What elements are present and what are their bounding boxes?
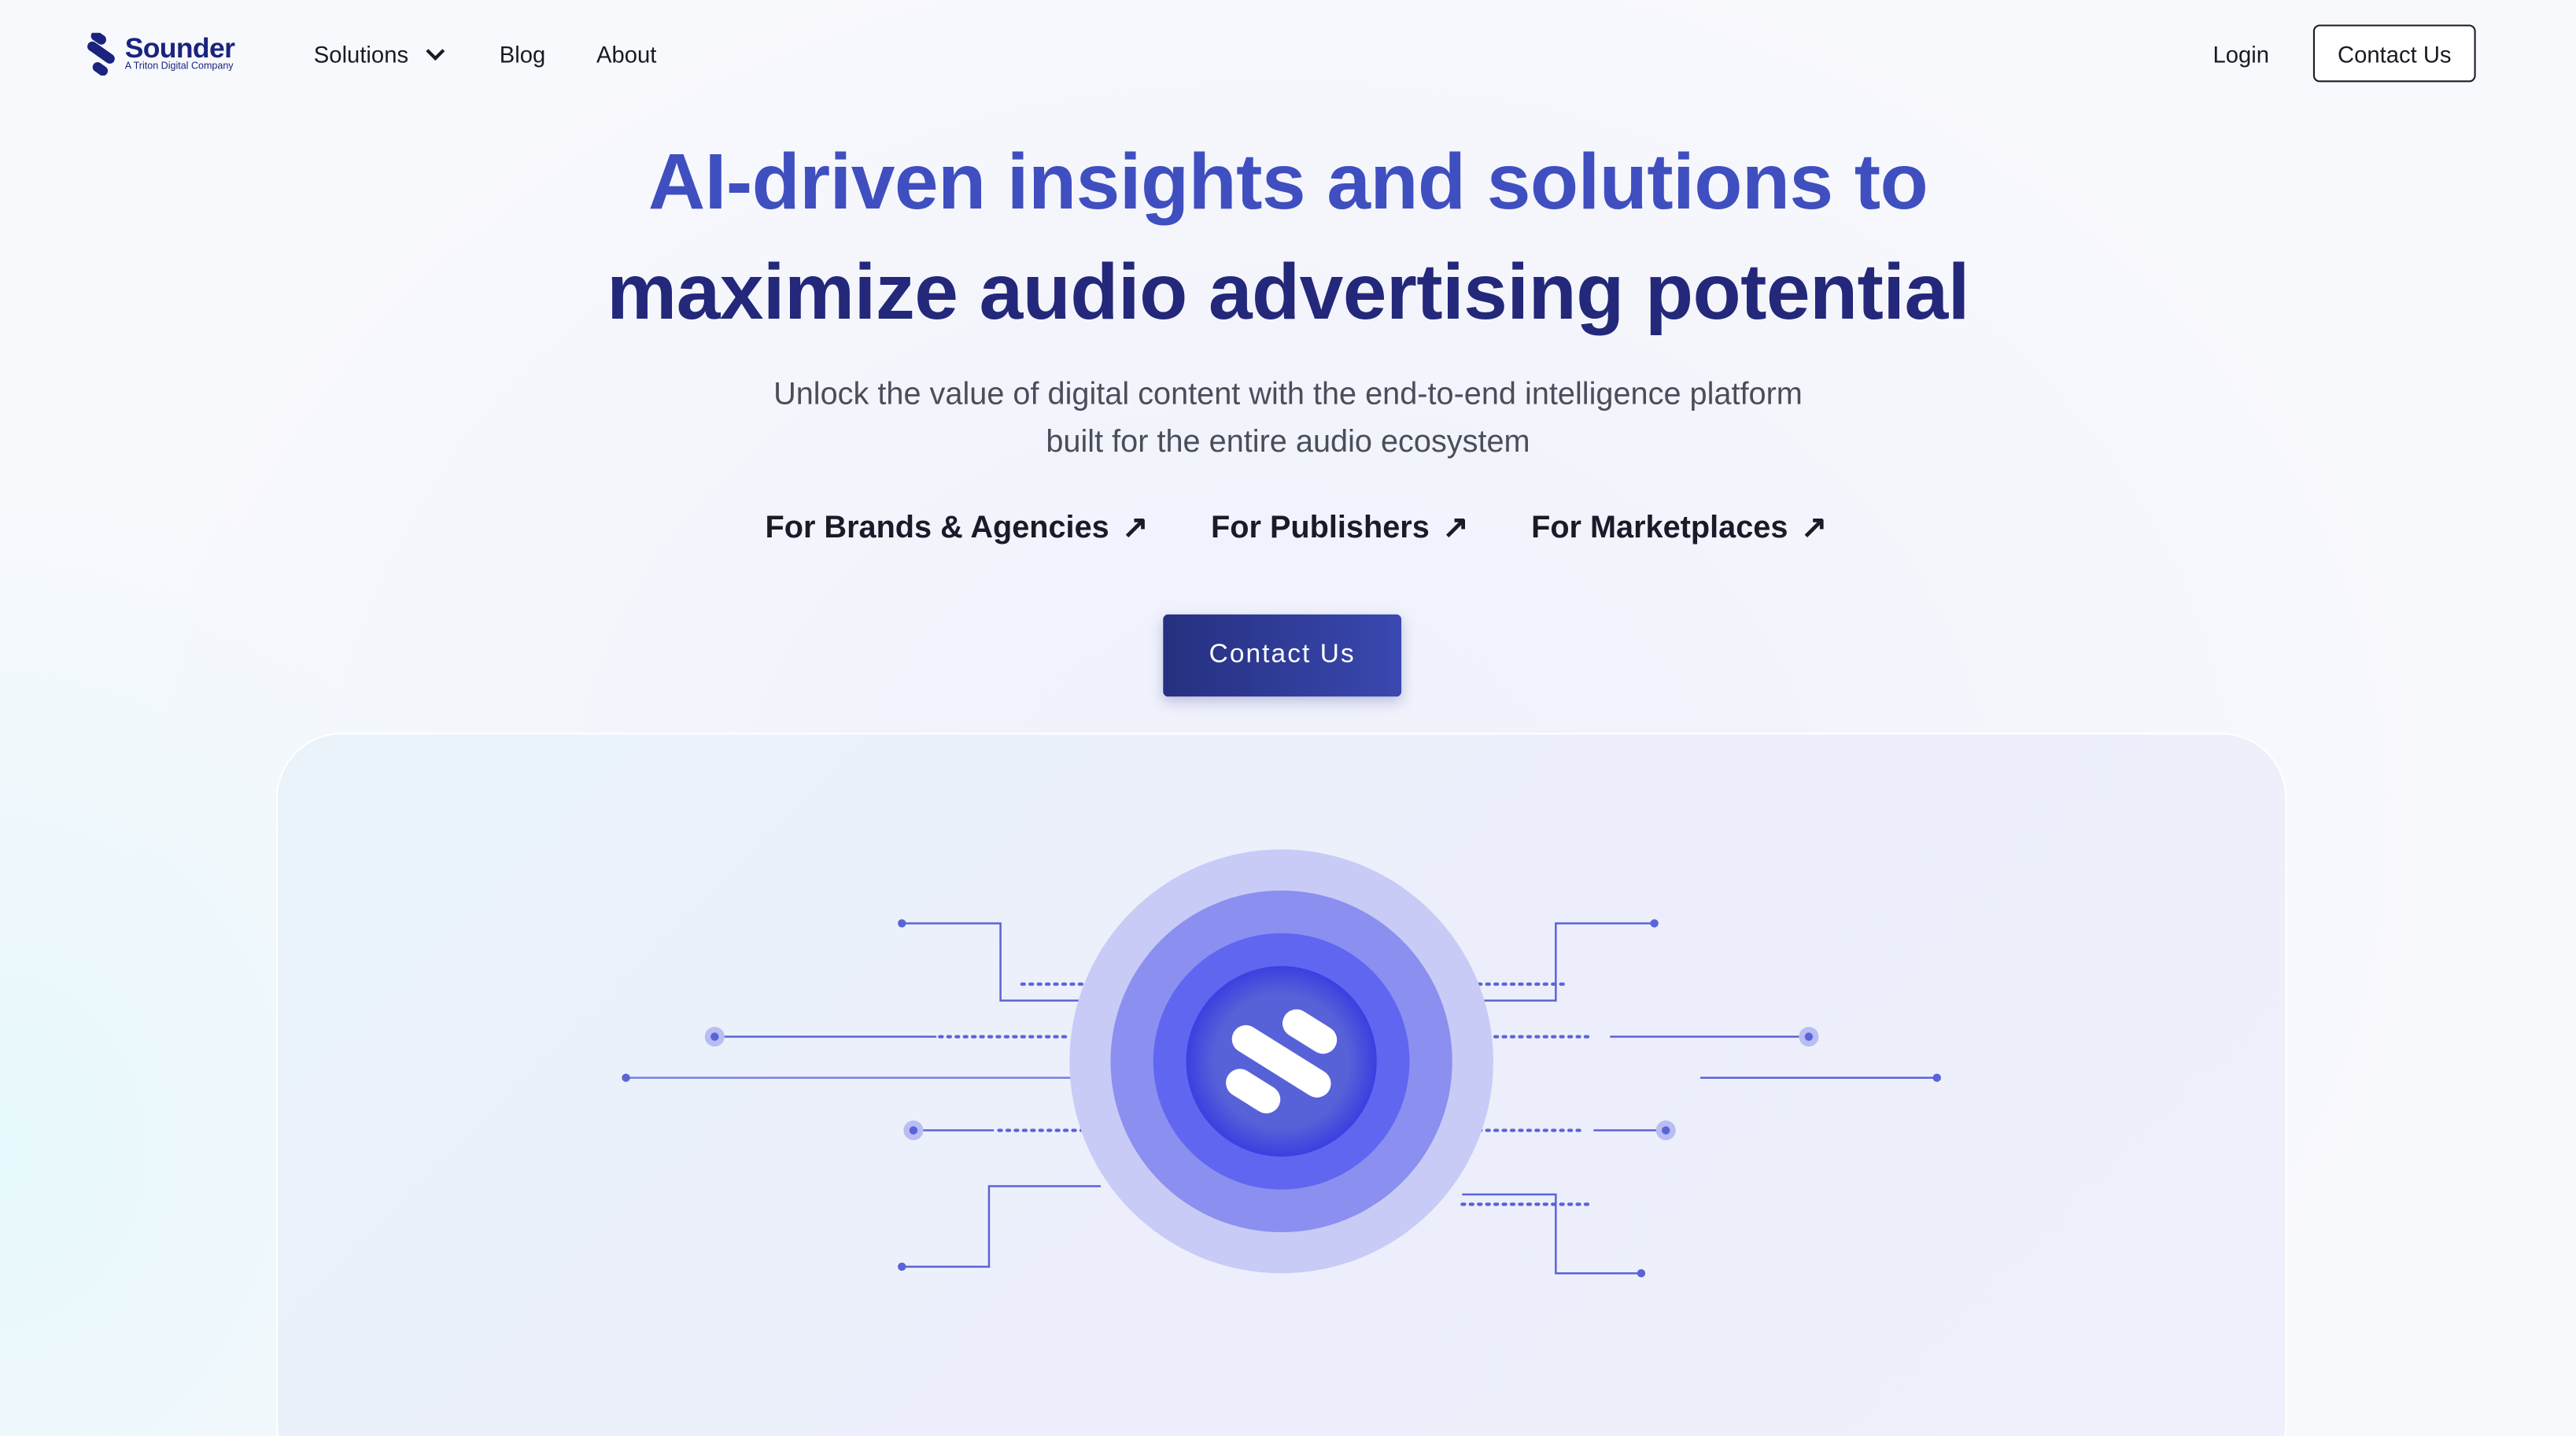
page: Sounder A Triton Digital Company Solutio… xyxy=(0,0,2576,1436)
network-illustration xyxy=(622,849,1941,1278)
